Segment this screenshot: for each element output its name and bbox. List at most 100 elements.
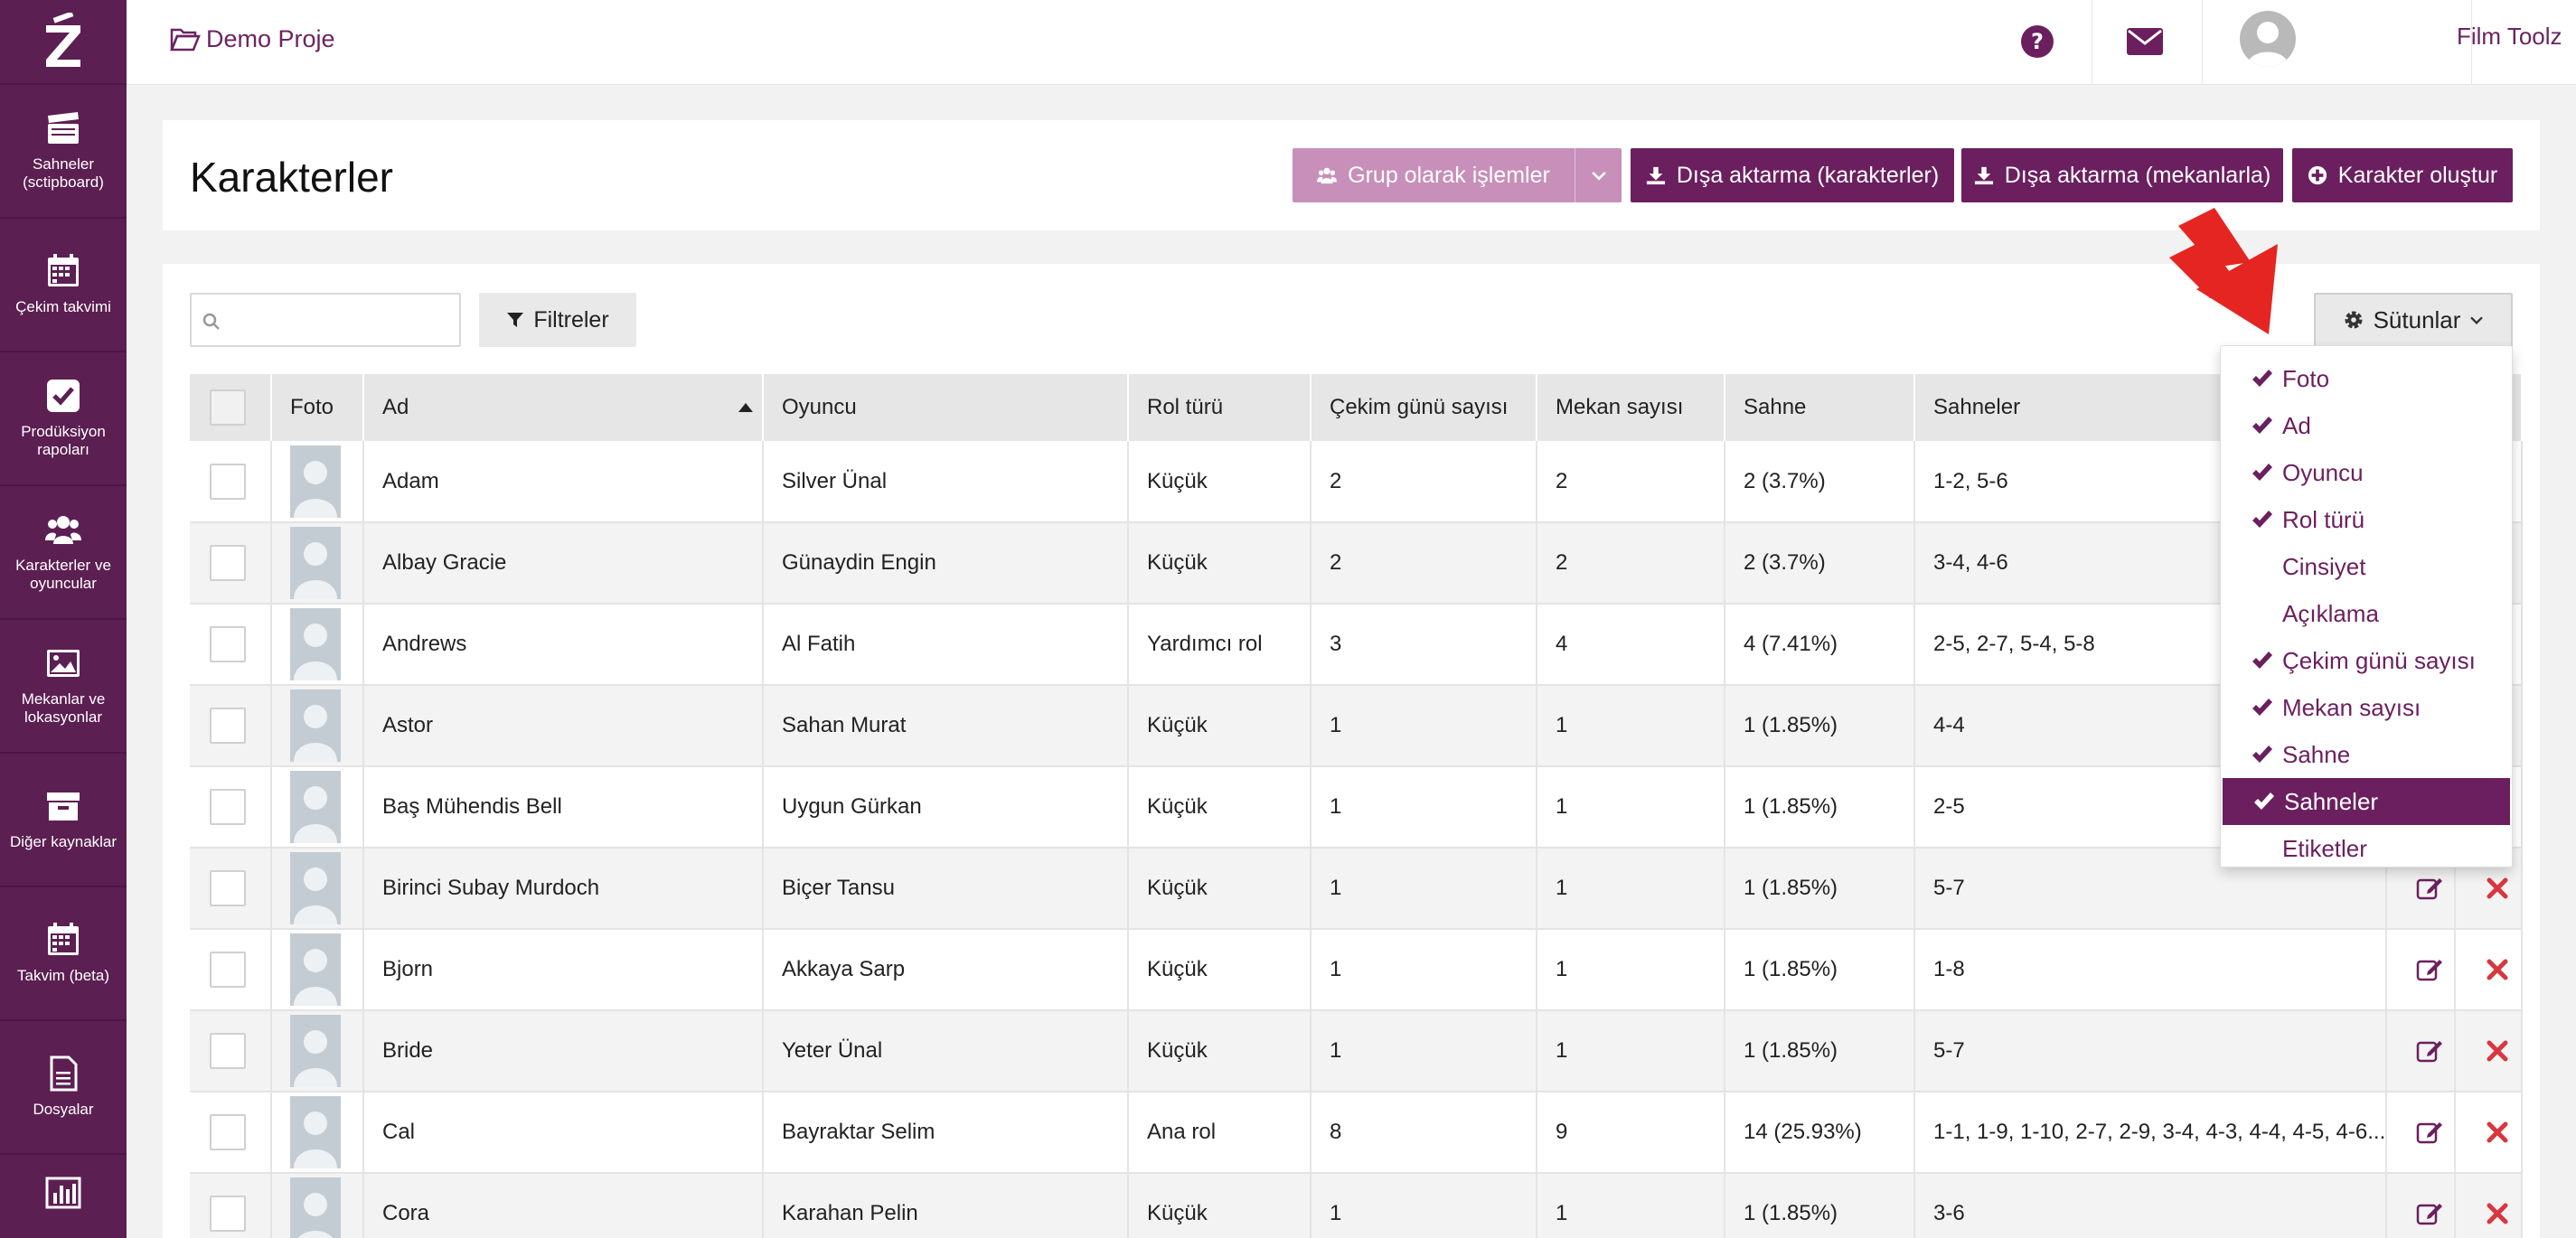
column-header-role-type[interactable]: Rol türü <box>1128 374 1312 441</box>
edit-button[interactable] <box>2386 1010 2457 1093</box>
character-photo[interactable] <box>290 1177 341 1238</box>
column-header-actor[interactable]: Oyuncu <box>763 374 1129 441</box>
cell-role-type: Küçük <box>1128 1173 1312 1238</box>
column-header-name[interactable]: Ad <box>363 374 764 441</box>
sidebar-item-shooting-schedule[interactable]: Çekim takvimi <box>0 219 127 352</box>
row-checkbox[interactable] <box>210 626 246 662</box>
sidebar-item-characters[interactable]: Karakterler ve oyuncular <box>0 486 127 620</box>
character-photo[interactable] <box>290 771 341 843</box>
select-all-checkbox[interactable] <box>210 389 246 426</box>
row-checkbox[interactable] <box>210 708 246 744</box>
person-silhouette-icon <box>294 786 337 843</box>
user-name[interactable]: Film Toolz <box>2457 23 2562 51</box>
edit-button[interactable] <box>2386 1173 2457 1238</box>
edit-button[interactable] <box>2386 929 2457 1011</box>
edit-button[interactable] <box>2386 1092 2457 1174</box>
row-checkbox[interactable] <box>210 1196 246 1232</box>
project-link[interactable]: Demo Proje <box>170 25 335 53</box>
delete-icon <box>2487 877 2508 899</box>
table-row[interactable]: Albay Gracie Günaydin Engin Küçük 2 2 2 (3.7%… <box>190 522 2524 605</box>
sidebar-item-label: Karakterler ve oyuncular <box>15 557 111 592</box>
character-photo[interactable] <box>290 608 341 680</box>
columns-menu-item[interactable]: Oyuncu <box>2221 449 2512 496</box>
row-checkbox[interactable] <box>210 545 246 581</box>
character-photo[interactable] <box>290 445 341 518</box>
columns-menu-item[interactable]: Çekim günü sayısı <box>2221 637 2512 684</box>
table-row[interactable]: Bride Yeter Ünal Küçük 1 1 1 (1.85%) 5-7 <box>190 1010 2524 1093</box>
character-photo[interactable] <box>290 689 341 762</box>
table-row[interactable]: Cora Karahan Pelin Küçük 1 1 1 (1.85%) 3-6 <box>190 1173 2524 1238</box>
row-checkbox[interactable] <box>210 789 246 825</box>
export-characters-button[interactable]: Dışa aktarma (karakterler) <box>1631 148 1954 202</box>
mail-icon[interactable] <box>2127 28 2163 55</box>
delete-icon <box>2487 959 2508 980</box>
columns-menu-item[interactable]: Cinsiyet <box>2221 543 2512 590</box>
delete-button[interactable] <box>2455 929 2524 1011</box>
person-silhouette-icon <box>294 542 337 599</box>
help-icon[interactable]: ? <box>2020 24 2054 59</box>
table-row[interactable]: Baş Mühendis Bell Uygun Gürkan Küçük 1 1 1 (1… <box>190 766 2524 849</box>
character-photo[interactable] <box>290 933 341 1006</box>
columns-menu-item[interactable]: Mekan sayısı <box>2221 684 2512 731</box>
sidebar-item-calendar-beta[interactable]: Takvim (beta) <box>0 887 127 1021</box>
columns-menu-item[interactable]: Sahne <box>2221 731 2512 778</box>
table-row[interactable]: Bjorn Akkaya Sarp Küçük 1 1 1 (1.85%) 1-8 <box>190 929 2524 1011</box>
delete-button[interactable] <box>2455 1092 2524 1174</box>
table-row[interactable]: Andrews Al Fatih Yardımcı rol 3 4 4 (7.41%) 2-… <box>190 604 2524 686</box>
columns-menu-item[interactable]: Etiketler <box>2221 825 2512 872</box>
column-header-location-count[interactable]: Mekan sayısı <box>1537 374 1725 441</box>
sidebar-item-reports[interactable] <box>0 1155 127 1238</box>
character-photo[interactable] <box>290 1015 341 1087</box>
cell-role-type: Küçük <box>1128 766 1312 849</box>
columns-menu-item[interactable]: Sahneler <box>2223 778 2510 825</box>
row-checkbox[interactable] <box>210 463 246 500</box>
delete-button[interactable] <box>2455 1010 2524 1093</box>
sidebar-item-scenes[interactable]: Sahneler (sctipboard) <box>0 85 127 219</box>
columns-menu-item[interactable]: Açıklama <box>2221 590 2512 637</box>
table-row[interactable]: Cal Bayraktar Selim Ana rol 8 9 14 (25.93%) 1-… <box>190 1092 2524 1174</box>
character-photo[interactable] <box>290 1096 341 1168</box>
filter-icon <box>507 313 524 327</box>
person-silhouette-icon <box>294 868 337 924</box>
table-row[interactable]: Adam Silver Ünal Küçük 2 2 2 (3.7%) 1-2, 5-6 <box>190 441 2524 523</box>
column-header-photo[interactable]: Foto <box>271 374 364 441</box>
delete-button[interactable] <box>2455 1173 2524 1238</box>
sidebar-item-locations[interactable]: Mekanlar ve lokasyonlar <box>0 620 127 754</box>
export-locations-button[interactable]: Dışa aktarma (mekanlarla) <box>1961 148 2283 202</box>
sidebar-item-label: Prodüksiyon rapoları <box>21 423 106 458</box>
row-checkbox[interactable] <box>210 870 246 906</box>
row-checkbox[interactable] <box>210 1114 246 1150</box>
sidebar-item-other-resources[interactable]: Diğer kaynaklar <box>0 754 127 887</box>
table-row[interactable]: Astor Sahan Murat Küçük 1 1 1 (1.85%) 4-4 <box>190 685 2524 767</box>
sidebar-item-files[interactable]: Dosyalar <box>0 1021 127 1155</box>
column-header-shooting-days[interactable]: Çekim günü sayısı <box>1311 374 1537 441</box>
avatar[interactable] <box>2240 11 2296 67</box>
cell-shooting-days: 8 <box>1311 1092 1537 1174</box>
columns-button[interactable]: Sütunlar <box>2314 293 2513 347</box>
cell-location-count: 4 <box>1537 604 1725 686</box>
table-row[interactable]: Birinci Subay Murdoch Biçer Tansu Küçük 1 1 1… <box>190 848 2524 930</box>
group-actions-toggle[interactable] <box>1575 148 1622 202</box>
columns-menu-item[interactable]: Foto <box>2221 355 2512 402</box>
cell-shooting-days: 2 <box>1311 522 1537 605</box>
create-character-button[interactable]: Karakter oluştur <box>2292 148 2513 202</box>
columns-menu-label: Çekim günü sayısı <box>2282 646 2476 674</box>
row-checkbox[interactable] <box>210 952 246 988</box>
clapperboard-icon <box>48 112 79 144</box>
search-input[interactable] <box>231 304 448 336</box>
sidebar-item-production-reports[interactable]: Prodüksiyon rapoları <box>0 352 127 486</box>
search-box[interactable] <box>190 293 461 347</box>
cell-name: Cora <box>363 1173 764 1238</box>
cell-name: Birinci Subay Murdoch <box>363 848 764 930</box>
row-checkbox[interactable] <box>210 1033 246 1069</box>
cell-role-type: Küçük <box>1128 848 1312 930</box>
columns-menu-item[interactable]: Ad <box>2221 402 2512 449</box>
column-header-scene[interactable]: Sahne <box>1725 374 1915 441</box>
filters-button[interactable]: Filtreler <box>479 293 636 347</box>
columns-menu-label: Rol türü <box>2282 505 2365 533</box>
character-photo[interactable] <box>290 852 341 924</box>
group-actions-button[interactable]: Grup olarak işlemler <box>1293 148 1622 202</box>
app-logo[interactable] <box>0 0 127 85</box>
character-photo[interactable] <box>290 527 341 599</box>
columns-menu-item[interactable]: Rol türü <box>2221 496 2512 543</box>
